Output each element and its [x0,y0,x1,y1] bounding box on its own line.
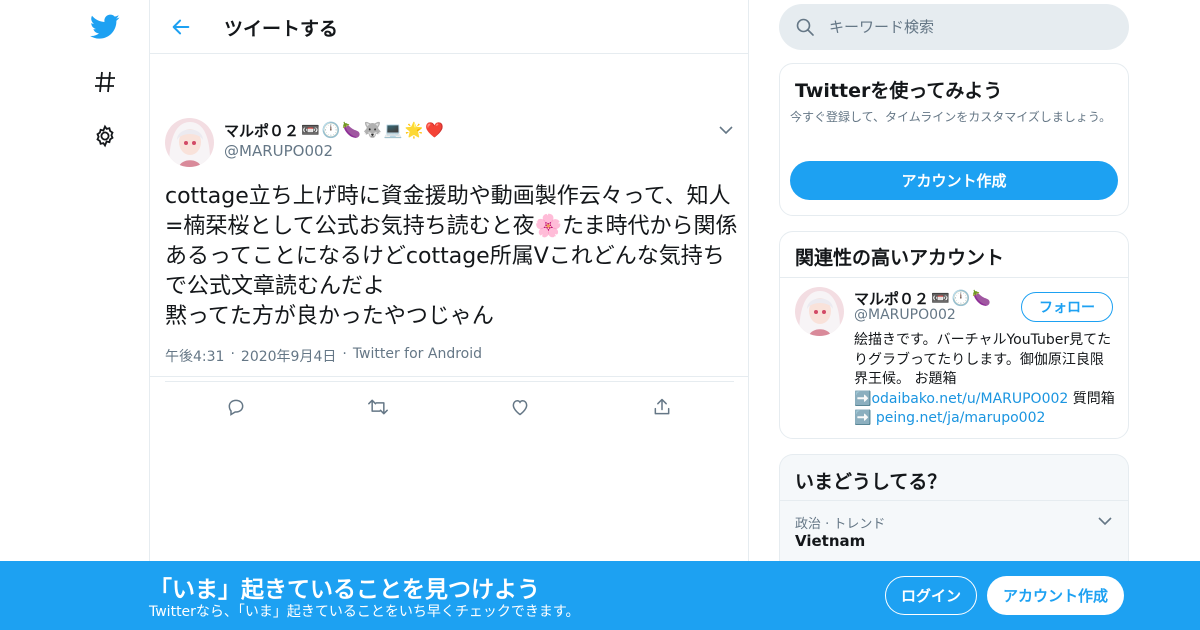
emoji-laptop-icon: 💻 [383,121,403,139]
page-title: ツイートする [224,18,339,40]
create-account-button[interactable]: アカウント作成 [790,161,1118,200]
signup-banner: 「いま」起きていることを見つけよう Twitterなら、「いま」起きていることを… [0,561,1200,630]
banner-subtitle: Twitterなら、「いま」起きていることをいち早くチェックできます。 [149,604,580,620]
login-button[interactable]: ログイン [885,576,977,615]
related-account-bio: 絵描きです。バーチャルYouTuber見てたりグラブってたりします。御伽原江良限… [854,331,1116,429]
related-card-title: 関連性の高いアカウント [795,247,1005,269]
back-arrow-icon[interactable] [166,12,196,42]
page: ツイートする マルポ０２ 📼 🕛 🍆 🐺 💻 🌟 ❤️ @MARUPO002 c… [0,0,1200,630]
emoji-clock-icon: 🕛 [321,121,341,139]
related-account-handle[interactable]: @MARUPO002 [854,307,956,323]
author-handle[interactable]: @MARUPO002 [224,142,333,160]
meta-separator: · [230,346,235,362]
bio-link-odaibako[interactable]: odaibako.net/u/MARUPO002 [871,391,1068,407]
emoji-wolf-icon: 🐺 [363,121,382,139]
author-name[interactable]: マルポ０２ 📼 🕛 🍆 🐺 💻 🌟 ❤️ [224,120,444,141]
related-name-text: マルポ０２ [854,290,930,308]
signup-card-subtitle: 今すぐ登録して、タイムラインをカスタマイズしましょう。 [790,110,1112,124]
banner-create-account-button[interactable]: アカウント作成 [987,576,1124,615]
trend-name[interactable]: Vietnam [795,532,865,550]
search-bar [779,4,1129,50]
emoji-star-icon: 🌟 [404,121,424,139]
banner-title: 「いま」起きていることを見つけよう [149,577,540,603]
emoji-vhs-icon: 📼 [931,289,950,307]
tweet-meta: 午後4:31 · 2020年9月4日 · Twitter for Android [165,346,482,366]
main-column: ツイートする マルポ０２ 📼 🕛 🍆 🐺 💻 🌟 ❤️ @MARUPO002 c… [149,0,749,630]
divider [780,500,1128,501]
chevron-down-icon[interactable] [1095,511,1115,531]
tweet-source[interactable]: Twitter for Android [353,346,482,366]
divider [150,376,748,377]
related-account-name[interactable]: マルポ０２ 📼 🕛 🍆 [854,288,991,309]
tweet-date[interactable]: 2020年9月4日 [241,346,336,366]
emoji-eggplant-icon: 🍆 [342,121,362,139]
avatar[interactable] [165,118,214,167]
divider [780,277,1128,278]
trends-card-title: いまどうしてる？ [795,471,947,493]
chevron-down-icon[interactable] [716,120,736,140]
avatar[interactable] [795,287,844,336]
search-input[interactable] [829,4,1109,50]
retweet-icon[interactable] [363,392,393,422]
emoji-clock-icon: 🕛 [951,289,971,307]
explore-hashtag-icon[interactable] [82,59,128,105]
twitter-logo-icon[interactable] [82,4,128,50]
emoji-eggplant-icon: 🍆 [972,289,992,307]
divider [165,381,734,382]
author-name-text: マルポ０２ [224,122,300,140]
share-icon[interactable] [647,392,677,422]
settings-gear-icon[interactable] [82,113,128,159]
emoji-heart-icon: ❤️ [425,121,444,139]
bio-link-peing[interactable]: peing.net/ja/marupo002 [876,410,1046,426]
tweet-actions [165,392,734,422]
like-icon[interactable] [505,392,535,422]
page-header: ツイートする [150,0,748,54]
tweet-time[interactable]: 午後4:31 [165,346,224,366]
reply-icon[interactable] [221,392,251,422]
signup-card: Twitterを使ってみよう 今すぐ登録して、タイムラインをカスタマイズしましょ… [779,63,1129,216]
follow-button[interactable]: フォロー [1021,292,1113,322]
search-icon [795,17,815,37]
trend-category: 政治 · トレンド [795,517,886,532]
emoji-vhs-icon: 📼 [301,121,320,139]
meta-separator: · [342,346,347,362]
signup-card-title: Twitterを使ってみよう [795,80,1003,102]
tweet-text: cottage立ち上げ時に資金援助や動画製作云々って、知人=楠栞桜として公式お気… [165,184,738,329]
related-accounts-card: 関連性の高いアカウント マルポ０２ 📼 🕛 🍆 @MARUPO002 フォロー … [779,231,1129,439]
